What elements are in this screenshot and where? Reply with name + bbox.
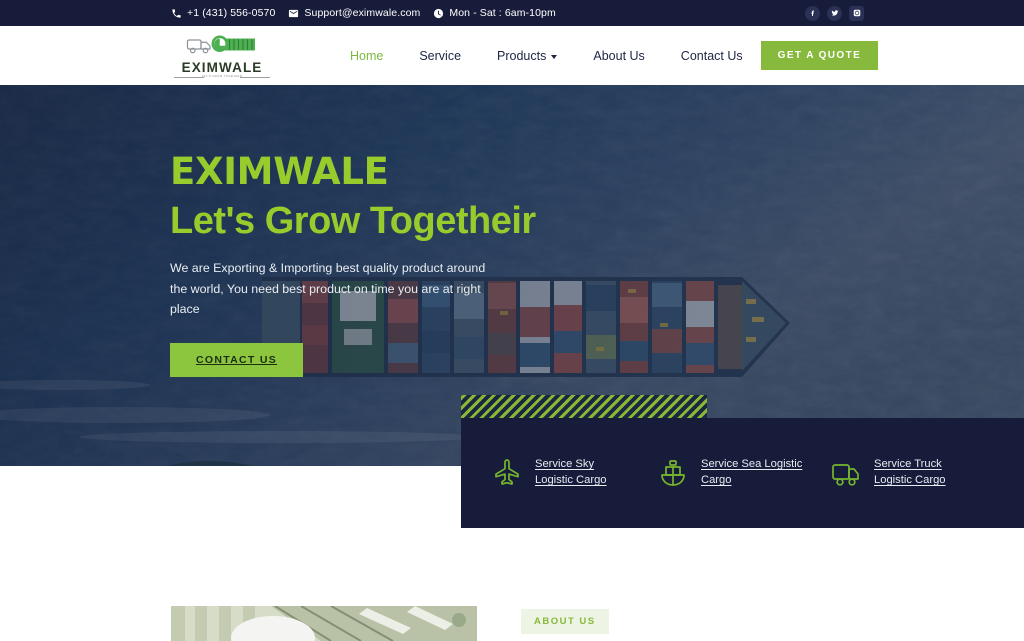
service-label-truck: Service Truck Logistic Cargo — [874, 458, 946, 486]
hero-paragraph: We are Exporting & Importing best qualit… — [170, 261, 486, 316]
hero-contact-us-button[interactable]: CONTACT US — [170, 343, 304, 378]
social-links — [805, 5, 864, 21]
envelope-icon — [288, 8, 299, 19]
nav-label-contact-us: Contact Us — [680, 48, 743, 63]
service-item-truck[interactable]: Service Truck Logistic Cargo — [803, 456, 973, 490]
service-item-sea[interactable]: Service Sea Logistic Cargo — [631, 456, 803, 490]
service-label-sky: Service Sky Logistic Cargo — [535, 458, 607, 486]
about-us-badge: ABOUT US — [521, 609, 609, 634]
top-bar: +1 (431) 556-0570 Support@eximwale.com M… — [0, 0, 1024, 26]
topbar-email[interactable]: Support@eximwale.com — [288, 7, 420, 19]
nav-item-service[interactable]: Service — [401, 43, 479, 69]
site-header: EXIMWALE LET'S GROW TOGETHER Home Servic… — [0, 26, 1024, 85]
nav-label-service: Service — [419, 48, 462, 63]
site-logo[interactable]: EXIMWALE LET'S GROW TOGETHER — [174, 33, 270, 78]
instagram-icon[interactable] — [849, 5, 864, 21]
nav-item-contact-us[interactable]: Contact Us — [663, 43, 761, 69]
nav-label-home: Home — [350, 48, 384, 63]
get-a-quote-button[interactable]: GET A QUOTE — [760, 41, 879, 70]
nav-label-about-us: About Us — [593, 48, 645, 63]
truck-icon — [829, 456, 863, 490]
phone-icon — [171, 8, 182, 19]
hero-title: EXIMWALE — [170, 150, 389, 193]
about-section — [0, 528, 1024, 641]
plane-icon — [490, 456, 524, 490]
logo-tagline: LET'S GROW TOGETHER — [201, 75, 243, 79]
topbar-hours: Mon - Sat : 6am-10pm — [433, 7, 556, 19]
nav-item-about-us[interactable]: About Us — [575, 43, 662, 69]
topbar-contact-group: +1 (431) 556-0570 Support@eximwale.com M… — [171, 7, 569, 19]
hero-content: EXIMWALE Let's Grow Togetheir We are Exp… — [0, 85, 1024, 378]
hero-subtitle: Let's Grow Togetheir — [170, 200, 536, 242]
twitter-icon[interactable] — [827, 5, 842, 21]
about-image — [171, 606, 477, 641]
logo-divider: LET'S GROW TOGETHER — [174, 75, 270, 78]
facebook-icon[interactable] — [805, 5, 820, 21]
service-item-sky[interactable]: Service Sky Logistic Cargo — [461, 456, 631, 490]
topbar-phone[interactable]: +1 (431) 556-0570 — [171, 7, 275, 19]
topbar-hours-text: Mon - Sat : 6am-10pm — [449, 7, 556, 19]
topbar-email-text: Support@eximwale.com — [304, 7, 421, 19]
logo-wordmark: EXIMWALE — [181, 59, 263, 75]
nav-label-products: Products — [497, 48, 547, 63]
clock-icon — [433, 8, 444, 19]
main-navigation: Home Service Products About Us Contact U… — [332, 43, 761, 69]
nav-item-products[interactable]: Products — [479, 43, 575, 69]
service-label-sea: Service Sea Logistic Cargo — [701, 458, 803, 486]
chevron-down-icon — [551, 54, 558, 59]
topbar-phone-text: +1 (431) 556-0570 — [187, 7, 276, 19]
service-panel: Service Sky Logistic Cargo Service Sea L… — [461, 418, 1024, 528]
nav-item-home[interactable]: Home — [332, 43, 401, 69]
truck-logo-icon — [186, 33, 258, 61]
ship-icon — [656, 456, 690, 490]
